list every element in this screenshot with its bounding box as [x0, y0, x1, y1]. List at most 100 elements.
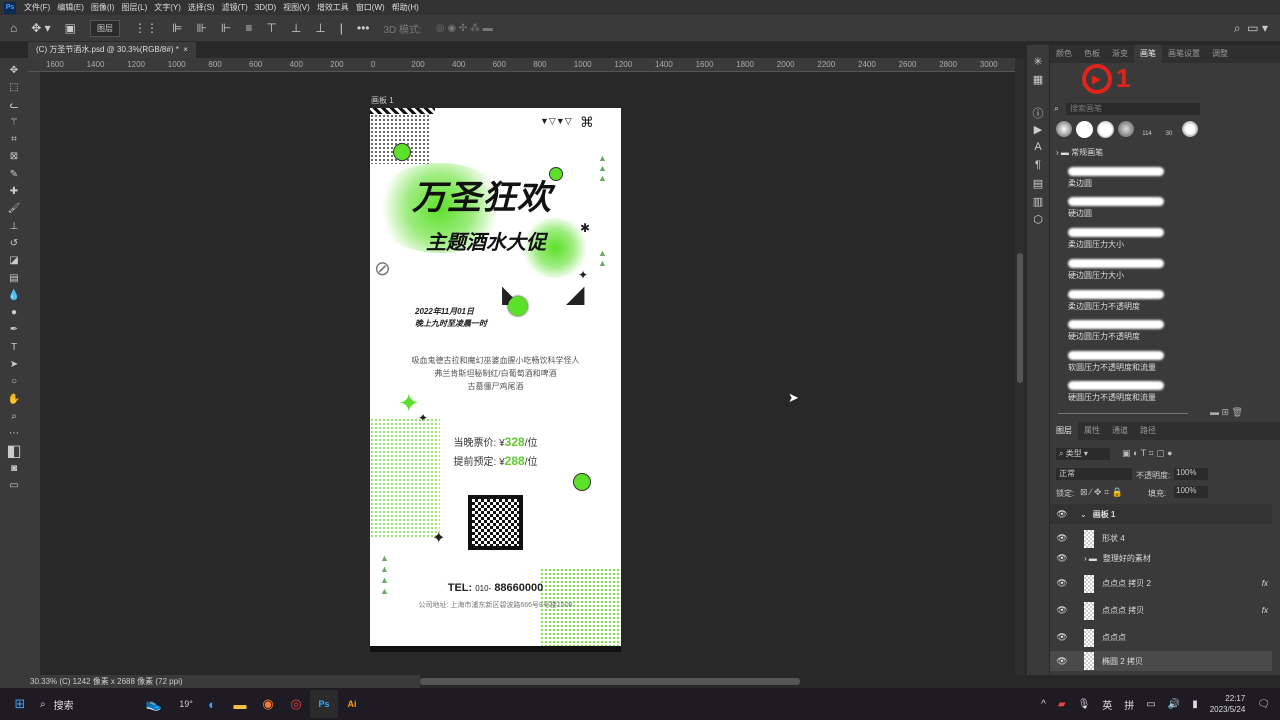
brush-item[interactable]: 硬边圆压力不透明度 [1068, 320, 1164, 342]
layer-row[interactable]: 👁 › ▬ 整理好的素材 [1050, 548, 1272, 568]
menu-3d[interactable]: 3D(D) [255, 3, 276, 12]
eye-icon[interactable]: 👁 [1050, 656, 1074, 667]
volume-icon[interactable]: 🔊 [1168, 699, 1180, 710]
distribute-vertical-icon[interactable]: | [340, 21, 343, 35]
3d-icon[interactable]: ⬡ [1033, 213, 1043, 231]
network-icon[interactable]: ▭ [1146, 699, 1155, 710]
move-tool-icon[interactable]: ✥ [10, 62, 18, 79]
horizontal-scrollbar[interactable] [420, 678, 800, 685]
blur-tool-icon[interactable]: 💧 [8, 287, 20, 304]
brush-presets[interactable]: 114 30 [1056, 121, 1198, 138]
tab-layers[interactable]: 图层 [1050, 422, 1078, 440]
chrome-icon[interactable]: ◎ [282, 690, 310, 718]
dodge-tool-icon[interactable]: ● [11, 304, 17, 321]
clock[interactable]: 22:17 2023/5/24 [1210, 693, 1246, 715]
eye-icon[interactable]: 👁 [1050, 533, 1074, 544]
distribute-icon[interactable]: ≡ [245, 21, 252, 35]
brush-group-normal[interactable]: › ▬ 常规画笔 [1056, 147, 1103, 158]
firefox-icon[interactable]: ◉ [254, 690, 282, 718]
layer-row[interactable]: 👁 ⌄ 画板 1 [1050, 504, 1272, 524]
eye-icon[interactable]: 👁 [1050, 605, 1074, 616]
layer-row[interactable]: 👁 点点点 拷贝 2 fx [1050, 570, 1272, 597]
character-icon[interactable]: A [1034, 141, 1041, 159]
tab-gradient[interactable]: 渐变 [1106, 45, 1134, 63]
healing-brush-icon[interactable]: ✚ [10, 183, 18, 200]
brush-item[interactable]: 硬圆压力不透明度和流量 [1068, 381, 1164, 403]
menu-filter[interactable]: 滤镜(T) [222, 2, 248, 13]
search-icon[interactable]: ⌕ ▭ ▾ [1234, 21, 1268, 36]
lock-icons[interactable]: ⊠ ⁄ ✥ ⌗ 🔒 [1080, 487, 1123, 498]
align-left-icon[interactable]: ⊫ [172, 21, 182, 35]
tab-swatches[interactable]: 色板 [1078, 45, 1106, 63]
layer-row-selected[interactable]: 👁 椭圆 2 拷贝 [1050, 651, 1272, 671]
document-tab[interactable]: (C) 万圣节酒水.psd @ 30.3%(RGB/8#) * × [28, 42, 196, 58]
tab-brushes[interactable]: 画笔 [1134, 45, 1162, 63]
align-bottom-icon[interactable]: ⊥ [315, 21, 325, 35]
chevron-up-icon[interactable]: ^ [1041, 699, 1046, 710]
align-top-icon[interactable]: ⊤ [266, 21, 276, 35]
photoshop-taskbar-icon[interactable]: Ps [310, 690, 338, 718]
quick-mask-icon[interactable]: ◙ [11, 460, 17, 477]
menu-edit[interactable]: 编辑(E) [57, 2, 84, 13]
align-right-icon[interactable]: ⊩ [221, 21, 231, 35]
menu-plugins[interactable]: 增效工具 [317, 2, 349, 13]
align-middle-icon[interactable]: ⊥ [291, 21, 301, 35]
history-brush-icon[interactable]: ↺ [10, 235, 18, 252]
artboard-label[interactable]: 画板 1 [371, 95, 394, 106]
brush-item[interactable]: 柔边圆压力大小 [1068, 228, 1164, 250]
illustrator-taskbar-icon[interactable]: Ai [338, 690, 366, 718]
layer-row[interactable]: 👁 点点点 拷贝 fx [1050, 597, 1272, 624]
hand-tool-icon[interactable]: ✋ [8, 391, 20, 408]
brush-tool-icon[interactable]: 🖌 [8, 200, 21, 217]
brush-item[interactable]: 柔边圆 [1068, 167, 1164, 189]
layer-row[interactable]: 👁 点点点 [1050, 624, 1272, 651]
tab-brush-settings[interactable]: 画笔设置 [1162, 45, 1206, 63]
microphone-icon[interactable]: 🎙 [1078, 699, 1091, 710]
tab-channels[interactable]: 通道 [1106, 422, 1134, 440]
ime-mode[interactable]: 拼 [1124, 697, 1134, 712]
color-panel-icon[interactable]: ✳ [1033, 55, 1042, 73]
search-highlight-icon[interactable]: 👟 [134, 690, 174, 718]
brush-item[interactable]: 柔边圆压力不透明度 [1068, 290, 1164, 312]
tab-properties[interactable]: 属性 [1078, 422, 1106, 440]
notification-icon[interactable]: 🗨 [1257, 699, 1270, 710]
weather-widget[interactable]: 19° [174, 690, 198, 718]
brush-item[interactable]: 软圆压力不透明度和流量 [1068, 351, 1164, 373]
stamp-tool-icon[interactable]: ⊥ [10, 218, 19, 235]
tab-adjustments[interactable]: 调整 [1206, 45, 1234, 63]
layer-select-dropdown[interactable]: 图层 [90, 19, 121, 37]
auto-select-icon[interactable]: ▣ [65, 21, 76, 35]
transform-controls-icon[interactable]: ⋮⋮ [134, 21, 158, 35]
crop-tool-icon[interactable]: ⌗ [11, 131, 17, 148]
windows-start-icon[interactable]: ⊞ [6, 690, 34, 718]
file-explorer-icon[interactable]: ▬ [226, 690, 254, 718]
shape-tool-icon[interactable]: ○ [11, 373, 17, 390]
brush-item[interactable]: 硬边圆 [1068, 197, 1164, 219]
move-tool-icon[interactable]: ✥ ▾ [31, 21, 50, 35]
pen-tool-icon[interactable]: ✒ [10, 321, 18, 338]
menu-window[interactable]: 窗口(W) [356, 2, 385, 13]
brush-size-slider[interactable] [1058, 413, 1188, 414]
info-icon[interactable]: ⓘ [1033, 105, 1044, 123]
menu-image[interactable]: 图像(I) [91, 2, 115, 13]
screen-mode-icon[interactable]: ▭ [9, 477, 18, 494]
menu-select[interactable]: 选择(S) [188, 2, 215, 13]
eye-icon[interactable]: 👁 [1050, 632, 1074, 643]
paragraph-icon[interactable]: ¶ [1035, 159, 1041, 177]
actions-play-icon[interactable]: ▶ [1034, 123, 1042, 141]
brush-item[interactable]: 硬边圆压力大小 [1068, 259, 1164, 281]
more-tools-icon[interactable]: ⋯ [9, 425, 19, 442]
menu-layer[interactable]: 图层(L) [121, 2, 147, 13]
fx-icon[interactable]: fx [1262, 579, 1268, 588]
home-icon[interactable]: ⌂ [10, 21, 17, 35]
color-swatches-icon[interactable]: ◧ [6, 443, 21, 460]
vertical-scrollbar[interactable] [1015, 58, 1025, 675]
blend-mode-dropdown[interactable]: 正常 [1056, 468, 1132, 480]
libraries-icon[interactable]: ▤ [1033, 177, 1043, 195]
brush-search-input[interactable]: 搜索画笔 [1066, 103, 1200, 115]
layer-filter-icons[interactable]: ▣ ◐ T ⌗ ▢ ● [1122, 448, 1173, 459]
eraser-icon[interactable]: ◪ [9, 252, 18, 269]
poster-artboard[interactable]: ▼▽▼▽ ⌘ ▲ ▲ ▲ ✱ ▲ ▲ 万圣狂欢 主题酒水大促 ⊘ 2022年11月01… [370, 108, 621, 652]
zoom-tool-icon[interactable]: ⌕ [11, 408, 17, 425]
frame-tool-icon[interactable]: ⊠ [10, 148, 18, 165]
